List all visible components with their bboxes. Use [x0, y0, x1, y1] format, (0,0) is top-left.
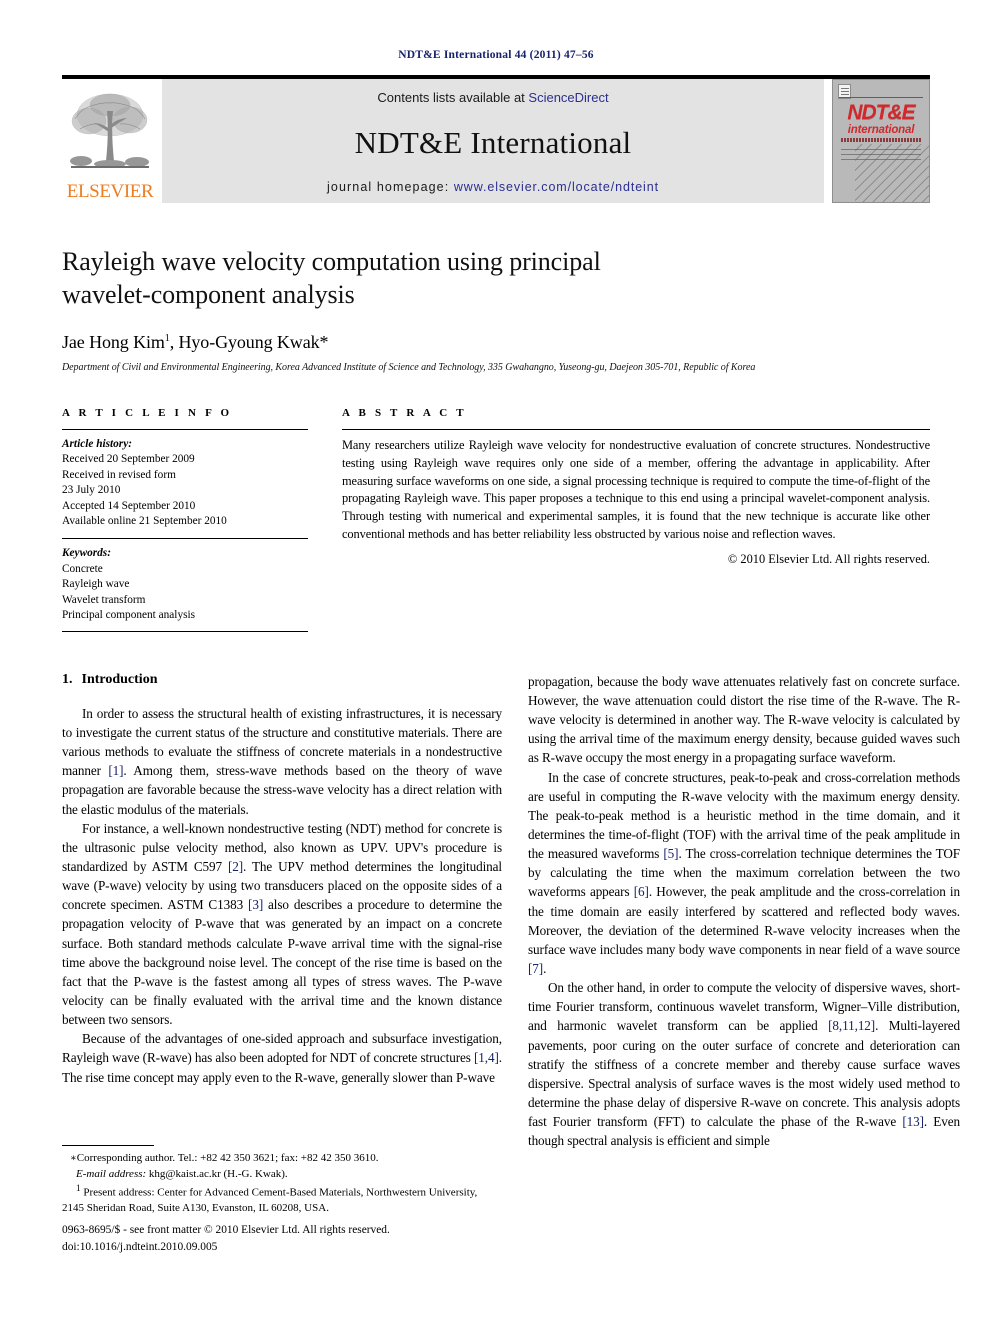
citation-reference[interactable]: [13] [902, 1114, 924, 1129]
contents-available-line: Contents lists available at ScienceDirec… [377, 90, 608, 105]
article-page: NDT&E International 44 (2011) 47–56 ELSE… [0, 0, 992, 1323]
journal-cover-thumbnail: NDT&E international [832, 79, 930, 203]
elsevier-tree-icon [70, 93, 149, 168]
footnotes-block: ∗Corresponding author. Tel.: +82 42 350 … [62, 1145, 502, 1217]
keyword-item: Rayleigh wave [62, 578, 130, 591]
title-block: Rayleigh wave velocity computation using… [62, 245, 930, 373]
email-label: E-mail address: [76, 1167, 147, 1180]
article-info-rule [62, 428, 308, 430]
paragraph: In order to assess the structural health… [62, 705, 503, 817]
paragraph: In the case of concrete structures, peak… [528, 769, 961, 976]
corresponding-author-text: Corresponding author. Tel.: +82 42 350 3… [76, 1152, 379, 1164]
keyword-item: Concrete [62, 562, 103, 575]
keywords-list: Keywords: Concrete Rayleigh wave Wavelet… [62, 546, 308, 624]
article-history-list: Article history: Received 20 September 2… [62, 437, 308, 530]
corresponding-author-marker[interactable]: * [319, 332, 328, 352]
journal-band: Contents lists available at ScienceDirec… [162, 79, 824, 203]
paragraph: On the other hand, in order to compute t… [528, 980, 960, 1149]
imprint-block: 0963-8695/$ - see front matter © 2010 El… [62, 1222, 522, 1256]
paragraph: Because of the advantages of one-sided a… [62, 1031, 502, 1085]
citation-reference[interactable]: [5] [663, 846, 678, 861]
section-title: Introduction [81, 671, 158, 687]
journal-title: NDT&E International [354, 124, 632, 160]
author-list: Jae Hong Kim1, Hyo-Gyoung Kwak* [62, 332, 930, 353]
elsevier-wordmark: ELSEVIER [66, 181, 154, 202]
citation-reference[interactable]: [7] [528, 961, 543, 976]
abstract-column: A B S T R A C T Many researchers utilize… [342, 407, 930, 632]
body-columns: 1. Introduction In order to assess the st… [62, 672, 960, 1151]
affiliation: Department of Civil and Environmental En… [62, 361, 756, 373]
asterisk-icon: ∗ [70, 1153, 77, 1164]
citation-reference[interactable]: [3] [248, 897, 263, 912]
article-info-heading: A R T I C L E I N F O [62, 406, 233, 419]
cover-journal-title: NDT&E [847, 101, 915, 124]
doi-line[interactable]: doi:10.1016/j.ndteint.2010.09.005 [62, 1239, 522, 1256]
info-abstract-block: A R T I C L E I N F O Article history: R… [62, 407, 930, 632]
footnote-corresponding-author: ∗Corresponding author. Tel.: +82 42 350 … [62, 1151, 502, 1167]
history-item: Available online 21 September 2010 [62, 515, 227, 528]
article-history-label: Article history: [62, 437, 132, 450]
paragraph: For instance, a well-known nondestructiv… [62, 820, 503, 1028]
abstract-copyright: © 2010 Elsevier Ltd. All rights reserved… [727, 552, 930, 567]
body-column-right: propagation, because the body wave atten… [528, 672, 960, 1151]
citation-reference[interactable]: [2] [228, 859, 243, 874]
citation-reference[interactable]: [1] [108, 763, 123, 778]
abstract-rule [342, 428, 930, 430]
journal-homepage-link[interactable]: www.elsevier.com/locate/ndteint [454, 180, 659, 194]
keyword-item: Wavelet transform [62, 593, 146, 606]
footnote-rule [62, 1145, 154, 1146]
history-item: Accepted 14 September 2010 [62, 499, 196, 512]
section-heading-introduction: 1. Introduction [62, 672, 502, 688]
keywords-label: Keywords: [62, 547, 111, 559]
present-address-text: Present address: Center for Advanced Cem… [62, 1186, 478, 1215]
citation-reference[interactable]: [6] [634, 884, 649, 899]
citation-reference[interactable]: [8,11,12] [828, 1018, 875, 1033]
paragraph: propagation, because the body wave atten… [528, 673, 960, 766]
history-item: Received in revised form [62, 468, 176, 481]
author-1: Jae Hong Kim [62, 331, 165, 352]
keywords-top-rule [62, 538, 308, 539]
journal-masthead: ELSEVIER Contents lists available at Sci… [62, 75, 930, 203]
cover-diagonal-texture [855, 144, 929, 202]
cover-top-rule [839, 97, 923, 98]
issn-line: 0963-8695/$ - see front matter © 2010 El… [62, 1224, 390, 1236]
sciencedirect-link[interactable]: ScienceDirect [528, 90, 608, 105]
citation-reference[interactable]: [1,4] [474, 1050, 499, 1065]
page-title: Rayleigh wave velocity computation using… [62, 245, 930, 312]
section-number: 1. [62, 671, 73, 687]
body-column-left: 1. Introduction In order to assess the st… [62, 672, 502, 1151]
running-head: NDT&E International 44 (2011) 47–56 [398, 49, 594, 61]
footnote-email: E-mail address: khg@kaist.ac.kr (H.-G. K… [62, 1167, 502, 1183]
homepage-prefix: journal homepage: [327, 180, 454, 194]
history-item: 23 July 2010 [62, 484, 121, 497]
keyword-item: Principal component analysis [62, 609, 196, 622]
contents-prefix: Contents lists available at [377, 90, 529, 105]
keywords-block: Keywords: Concrete Rayleigh wave Wavelet… [62, 538, 308, 632]
article-info-column: A R T I C L E I N F O Article history: R… [62, 407, 308, 632]
cover-divider [841, 138, 921, 142]
cover-journal-subtitle: international [847, 124, 915, 136]
author-2: , Hyo-Gyoung Kwak [169, 331, 320, 352]
journal-homepage-line: journal homepage: www.elsevier.com/locat… [327, 180, 659, 194]
abstract-heading: A B S T R A C T [342, 406, 467, 419]
keywords-bottom-rule [62, 630, 308, 632]
email-link[interactable]: khg@kaist.ac.kr (H.-G. Kwak). [149, 1168, 288, 1180]
abstract-text: Many researchers utilize Rayleigh wave v… [342, 437, 930, 542]
footnote-present-address: 1 Present address: Center for Advanced C… [62, 1182, 502, 1217]
title-line-2: wavelet-component analysis [62, 280, 355, 310]
history-item: Received 20 September 2009 [62, 453, 195, 466]
title-line-1: Rayleigh wave velocity computation using… [62, 247, 601, 276]
elsevier-logo: ELSEVIER [62, 79, 158, 203]
footnote-marker-1: 1 [76, 1183, 81, 1194]
